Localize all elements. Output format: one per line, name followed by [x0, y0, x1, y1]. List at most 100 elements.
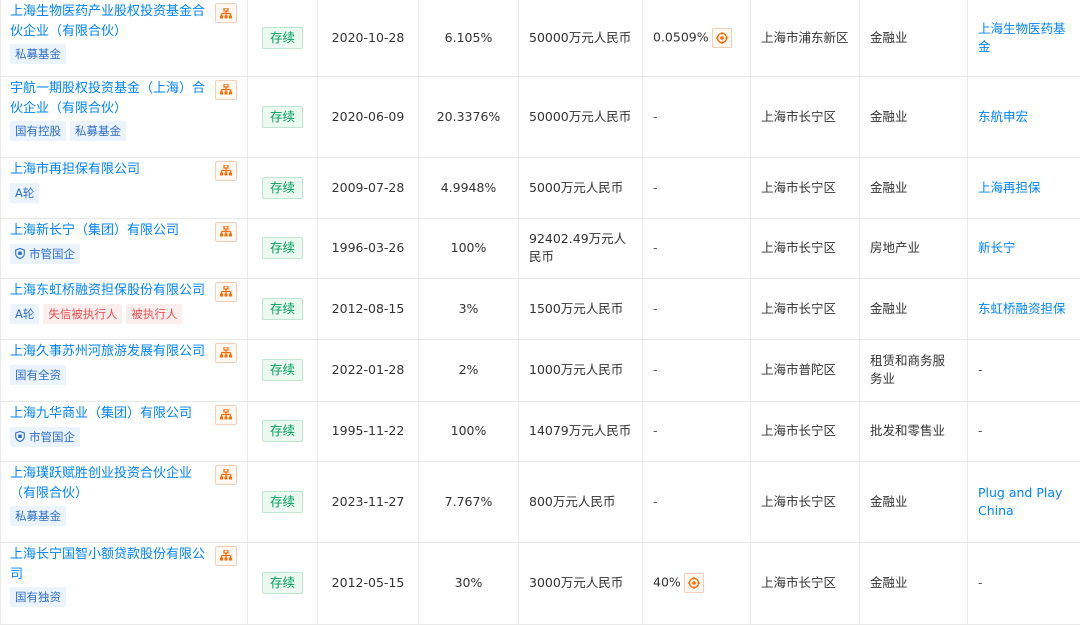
table-row: 上海新长宁（集团）有限公司市管国企存续1996-03-26100%92402.4…	[1, 218, 1080, 278]
brand-link[interactable]: 新长宁	[978, 240, 1016, 255]
company-tag[interactable]: 失信被执行人	[43, 304, 122, 324]
equity-structure-icon[interactable]	[215, 222, 237, 242]
company-tag[interactable]: 国有全资	[10, 365, 66, 385]
final-ratio: -	[653, 109, 658, 124]
equity-structure-icon[interactable]	[215, 343, 237, 363]
company-tag[interactable]: 私募基金	[10, 506, 66, 526]
industry: 租赁和商务服务业	[860, 339, 968, 401]
status-cell: 存续	[248, 0, 318, 76]
brand-link[interactable]: 东航申宏	[978, 109, 1028, 124]
tag-label: 国有全资	[15, 366, 61, 384]
target-icon[interactable]	[712, 28, 732, 48]
shareholding-ratio: 2%	[419, 339, 519, 401]
industry: 金融业	[860, 0, 968, 76]
company-name-link[interactable]: 宇航一期股权投资基金（上海）合伙企业（有限合伙）	[10, 79, 212, 119]
final-ratio: -	[653, 494, 658, 509]
table-row: 上海璞跃赋胜创业投资合伙企业（有限合伙）私募基金存续2023-11-277.76…	[1, 461, 1080, 542]
brand-cell: Plug and Play China	[968, 461, 1080, 542]
company-name-link[interactable]: 上海新长宁（集团）有限公司	[10, 221, 179, 241]
company-tag[interactable]: 被执行人	[126, 304, 182, 324]
company-tag[interactable]: 私募基金	[70, 121, 126, 141]
region: 上海市普陀区	[751, 339, 860, 401]
final-ratio: -	[653, 240, 658, 255]
company-name-wrap: 上海璞跃赋胜创业投资合伙企业（有限合伙）	[10, 464, 237, 504]
status-badge: 存续	[262, 237, 303, 259]
company-tag[interactable]: 国有独资	[10, 587, 66, 607]
tag-label: 国有控股	[15, 122, 61, 140]
company-name-wrap: 宇航一期股权投资基金（上海）合伙企业（有限合伙）	[10, 79, 237, 119]
brand-cell: -	[968, 542, 1080, 624]
shareholding-ratio: 3%	[419, 278, 519, 339]
region: 上海市长宁区	[751, 76, 860, 157]
status-cell: 存续	[248, 218, 318, 278]
brand-cell: 上海生物医药基金	[968, 0, 1080, 76]
status-badge: 存续	[262, 491, 303, 513]
company-cell: 上海生物医药产业股权投资基金合伙企业（有限合伙）私募基金	[1, 0, 248, 76]
company-name-link[interactable]: 上海长宁国智小额贷款股份有限公司	[10, 545, 212, 585]
final-ratio-cell: -	[643, 461, 751, 542]
shareholding-ratio: 7.767%	[419, 461, 519, 542]
company-tag[interactable]: A轮	[10, 183, 39, 203]
registered-capital: 50000万元人民币	[519, 0, 643, 76]
table-row: 上海久事苏州河旅游发展有限公司国有全资存续2022-01-282%1000万元人…	[1, 339, 1080, 401]
table-row: 上海生物医药产业股权投资基金合伙企业（有限合伙）私募基金存续2020-10-28…	[1, 0, 1080, 76]
registered-capital: 92402.49万元人民币	[519, 218, 643, 278]
target-icon[interactable]	[684, 573, 704, 593]
establish-date: 1996-03-26	[318, 218, 419, 278]
brand-cell: 新长宁	[968, 218, 1080, 278]
region: 上海市长宁区	[751, 401, 860, 461]
company-tag[interactable]: 国有控股	[10, 121, 66, 141]
company-name-link[interactable]: 上海生物医药产业股权投资基金合伙企业（有限合伙）	[10, 2, 212, 42]
equity-structure-icon[interactable]	[215, 80, 237, 100]
company-tag[interactable]: 市管国企	[10, 427, 80, 447]
final-ratio: -	[653, 180, 658, 195]
tag-label: 国有独资	[15, 588, 61, 606]
industry: 金融业	[860, 461, 968, 542]
brand-link[interactable]: 上海再担保	[978, 180, 1041, 195]
company-name-link[interactable]: 上海东虹桥融资担保股份有限公司	[10, 281, 205, 301]
brand-link[interactable]: Plug and Play China	[978, 485, 1062, 518]
registered-capital: 1000万元人民币	[519, 339, 643, 401]
company-tags: A轮失信被执行人被执行人	[10, 304, 237, 326]
company-tags: 国有全资	[10, 365, 237, 387]
equity-structure-icon[interactable]	[215, 161, 237, 181]
company-tag[interactable]: 私募基金	[10, 44, 66, 64]
tag-label: A轮	[15, 184, 34, 202]
equity-structure-icon[interactable]	[215, 465, 237, 485]
company-tags: 国有独资	[10, 587, 237, 609]
table-row: 上海东虹桥融资担保股份有限公司A轮失信被执行人被执行人存续2012-08-153…	[1, 278, 1080, 339]
final-ratio: -	[653, 362, 658, 377]
company-tags: 私募基金	[10, 506, 237, 528]
brand-link[interactable]: 上海生物医药基金	[978, 21, 1066, 54]
company-cell: 上海久事苏州河旅游发展有限公司国有全资	[1, 339, 248, 401]
shareholding-ratio: 100%	[419, 218, 519, 278]
brand-cell: 东虹桥融资担保	[968, 278, 1080, 339]
industry: 房地产业	[860, 218, 968, 278]
company-name-link[interactable]: 上海璞跃赋胜创业投资合伙企业（有限合伙）	[10, 464, 212, 504]
final-ratio-cell: 0.0509%	[643, 0, 751, 76]
company-tag[interactable]: 市管国企	[10, 244, 80, 264]
tag-label: 私募基金	[75, 122, 121, 140]
equity-structure-icon[interactable]	[215, 3, 237, 23]
equity-structure-icon[interactable]	[215, 405, 237, 425]
tag-label: 市管国企	[29, 245, 75, 263]
company-tag[interactable]: A轮	[10, 304, 39, 324]
investment-table: 上海生物医药产业股权投资基金合伙企业（有限合伙）私募基金存续2020-10-28…	[0, 0, 1080, 625]
region: 上海市长宁区	[751, 218, 860, 278]
status-cell: 存续	[248, 461, 318, 542]
establish-date: 2020-06-09	[318, 76, 419, 157]
final-ratio: -	[653, 423, 658, 438]
equity-structure-icon[interactable]	[215, 282, 237, 302]
company-cell: 上海新长宁（集团）有限公司市管国企	[1, 218, 248, 278]
registered-capital: 3000万元人民币	[519, 542, 643, 624]
final-ratio-cell: 40%	[643, 542, 751, 624]
company-name-link[interactable]: 上海九华商业（集团）有限公司	[10, 404, 192, 424]
status-badge: 存续	[262, 420, 303, 442]
company-name-link[interactable]: 上海市再担保有限公司	[10, 160, 140, 180]
brand-link[interactable]: 东虹桥融资担保	[978, 301, 1066, 316]
company-name-link[interactable]: 上海久事苏州河旅游发展有限公司	[10, 342, 205, 362]
registered-capital: 1500万元人民币	[519, 278, 643, 339]
shareholding-ratio: 4.9948%	[419, 157, 519, 218]
region: 上海市长宁区	[751, 157, 860, 218]
equity-structure-icon[interactable]	[215, 546, 237, 566]
